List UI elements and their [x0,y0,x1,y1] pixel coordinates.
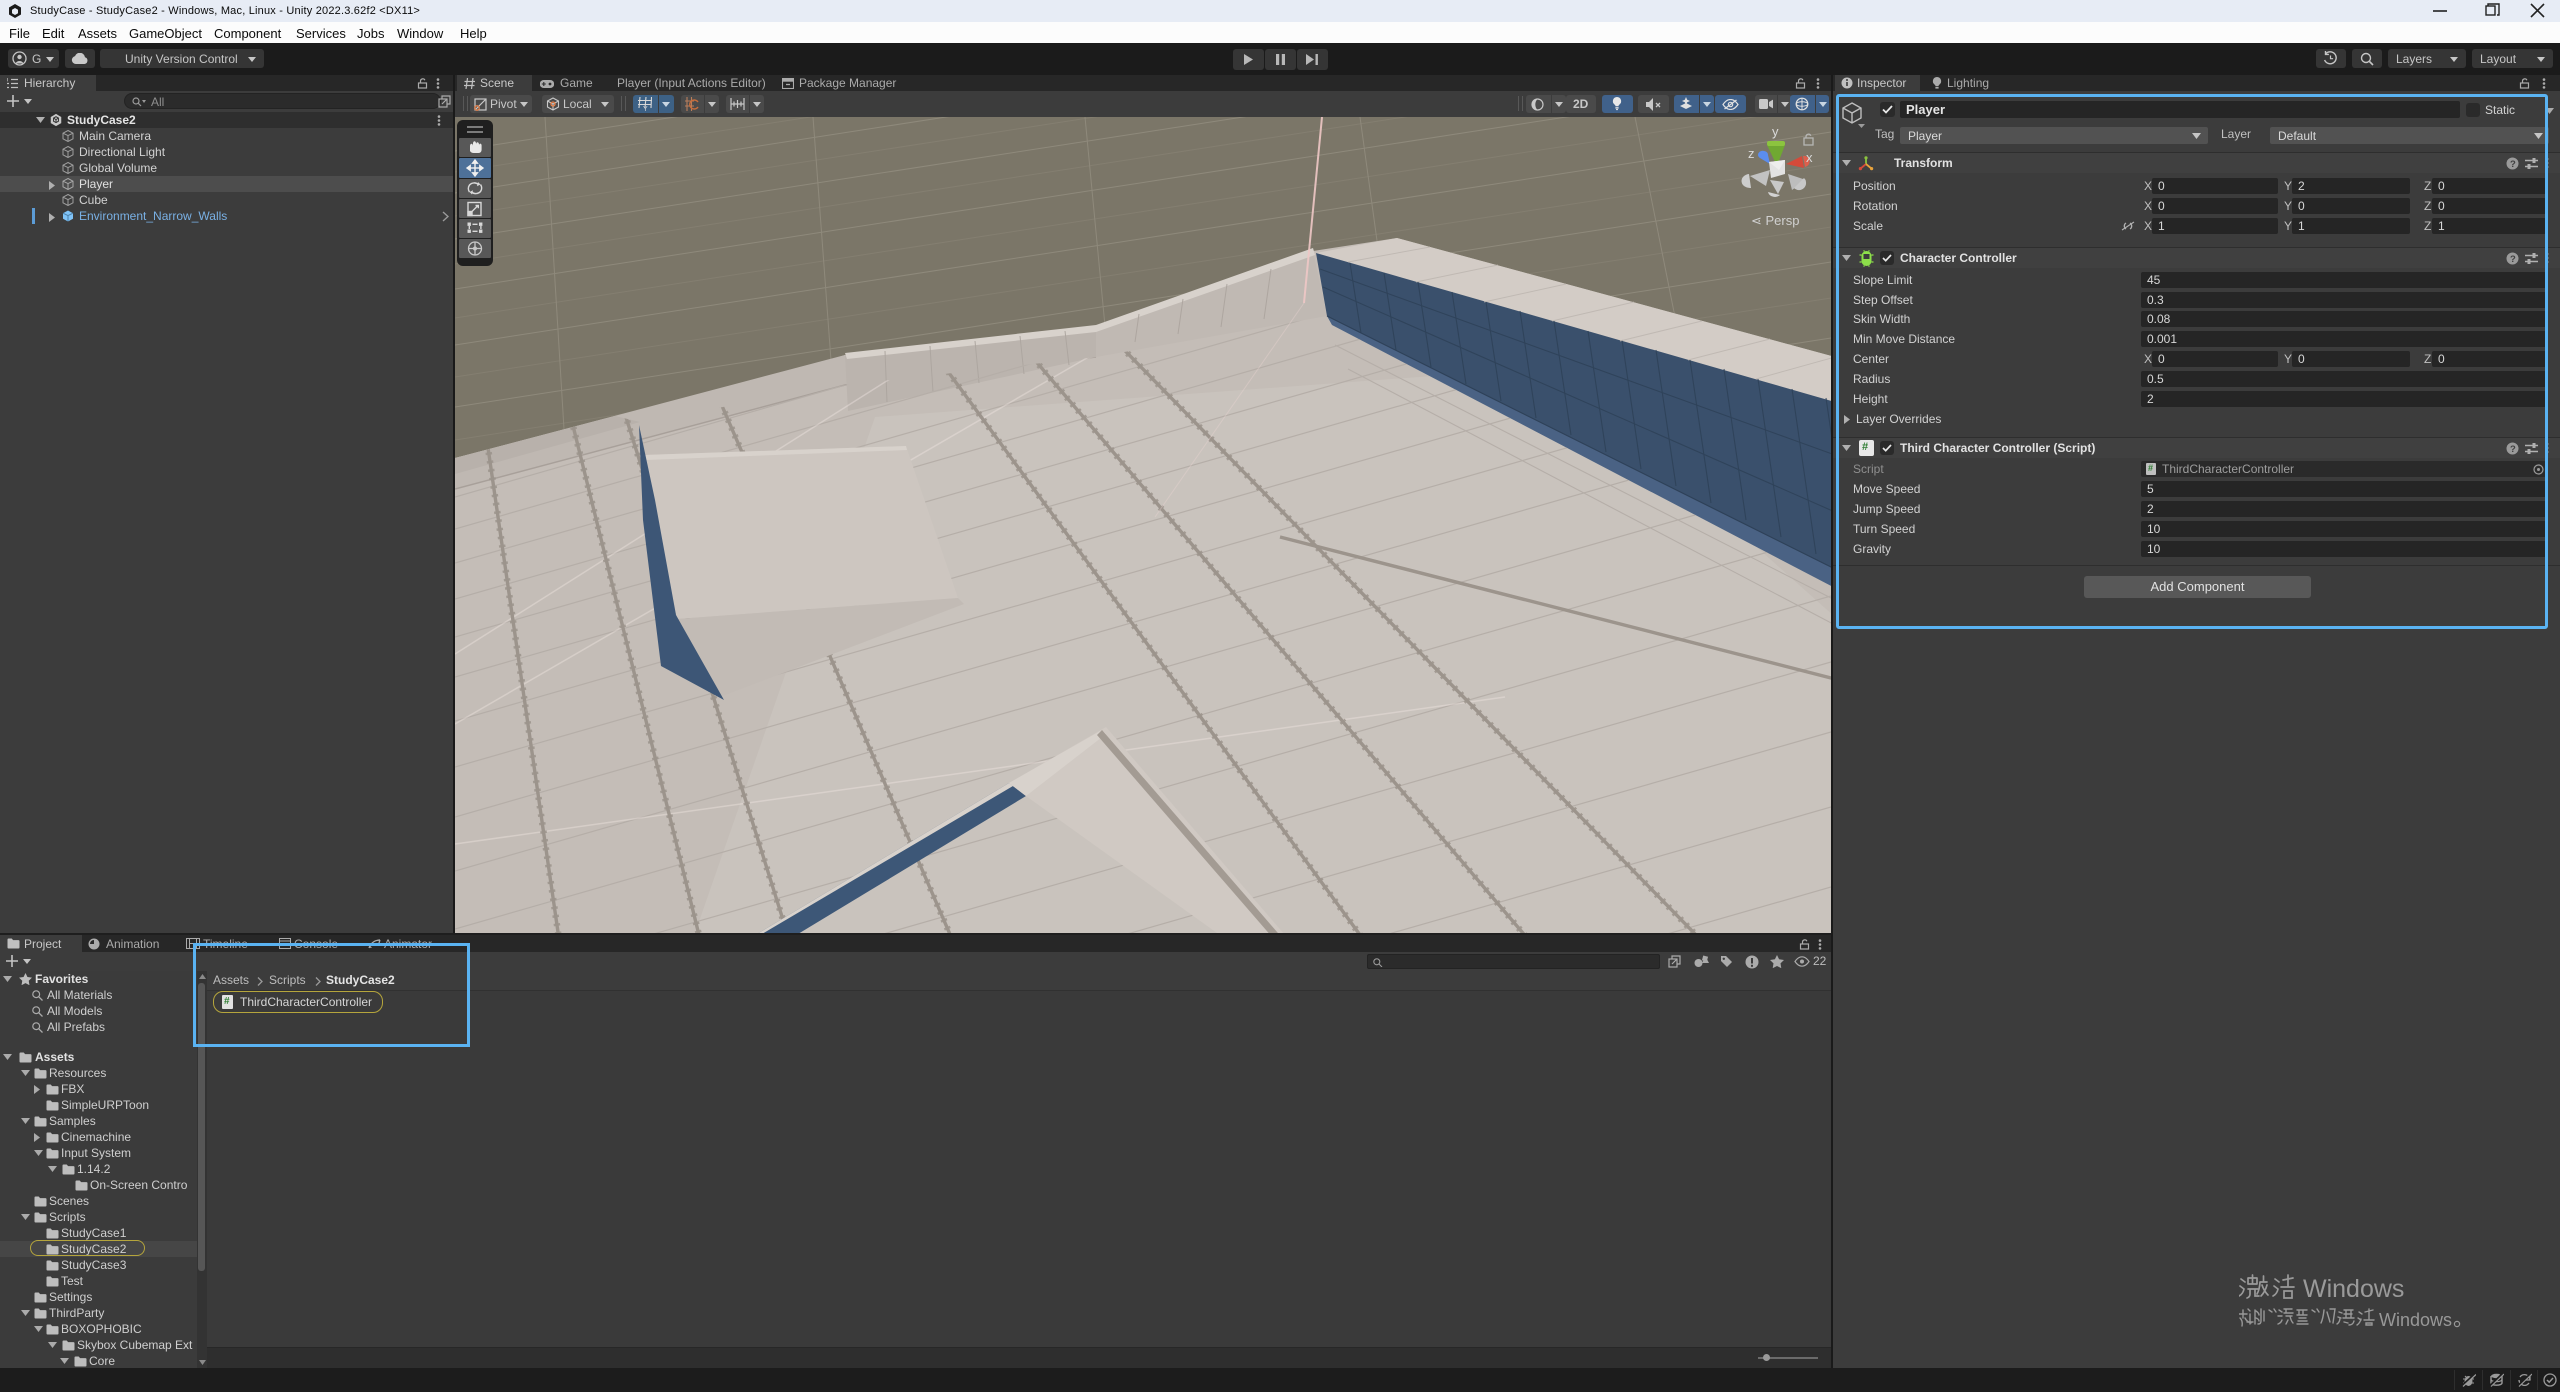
svg-text:z: z [1748,146,1755,161]
svg-text:Windows: Windows [2303,1275,2404,1303]
svg-text:y: y [1772,124,1779,139]
svg-text:Y: Y [643,106,648,111]
svg-text:x: x [1806,150,1813,165]
svg-text:⋖ Persp: ⋖ Persp [1751,213,1799,228]
svg-text:Windows: Windows [2379,1310,2452,1330]
